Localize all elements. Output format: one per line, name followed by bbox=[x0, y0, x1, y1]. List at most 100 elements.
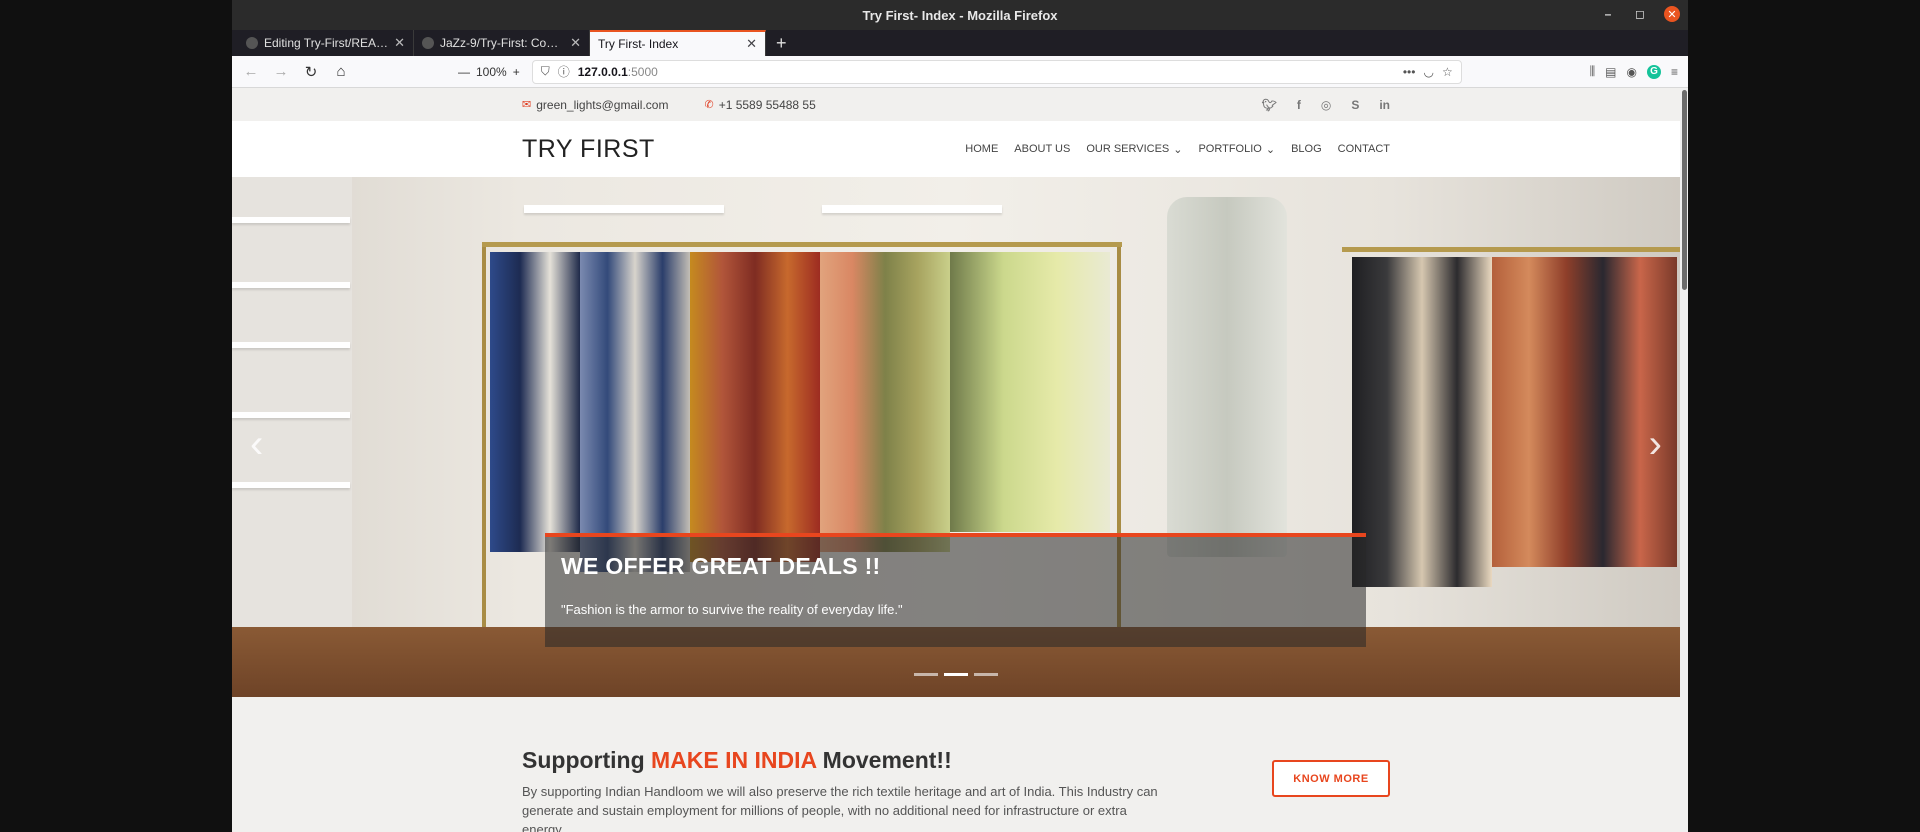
close-tab-icon[interactable]: ✕ bbox=[394, 35, 405, 51]
hero-carousel: ‹ › WE OFFER GREAT DEALS !! "Fashion is … bbox=[232, 177, 1680, 697]
skype-icon[interactable]: S bbox=[1351, 98, 1359, 112]
new-tab-button[interactable]: + bbox=[766, 30, 797, 56]
home-icon[interactable]: ⌂ bbox=[328, 59, 354, 85]
page-scrollbar[interactable] bbox=[1680, 88, 1688, 832]
zoom-out-button[interactable]: — bbox=[458, 65, 470, 79]
close-window-button[interactable]: ✕ bbox=[1664, 6, 1680, 22]
phone-icon: ✆ bbox=[704, 99, 714, 111]
phone-contact: ✆ +1 5589 55488 55 bbox=[704, 98, 815, 112]
account-icon[interactable]: ◉ bbox=[1627, 65, 1637, 79]
garments-red bbox=[690, 252, 820, 562]
carousel-dot[interactable] bbox=[914, 673, 938, 676]
know-more-button[interactable]: KNOW MORE bbox=[1272, 760, 1390, 797]
minimize-button[interactable]: – bbox=[1600, 6, 1616, 22]
email-text: green_lights@gmail.com bbox=[536, 97, 669, 112]
chevron-down-icon: ⌄ bbox=[1265, 143, 1276, 156]
library-icon[interactable]: ⫼ bbox=[1590, 64, 1596, 79]
forward-icon[interactable]: → bbox=[268, 59, 294, 85]
garments-rust bbox=[1492, 257, 1677, 567]
clothing-rack bbox=[482, 242, 1122, 247]
tab-label: Try First- Index bbox=[598, 37, 679, 51]
garments-dark bbox=[1352, 257, 1492, 587]
close-tab-icon[interactable]: ✕ bbox=[570, 35, 581, 51]
github-icon bbox=[246, 37, 258, 49]
url-port: :5000 bbox=[627, 64, 658, 79]
tab-repo[interactable]: JaZz-9/Try-First: Codes a ✕ bbox=[414, 30, 590, 56]
hero-shelf bbox=[232, 217, 350, 223]
carousel-prev-icon[interactable]: ‹ bbox=[250, 422, 263, 467]
tab-label: JaZz-9/Try-First: Codes a bbox=[440, 36, 565, 50]
close-tab-icon[interactable]: ✕ bbox=[746, 36, 757, 52]
carousel-indicators bbox=[914, 673, 998, 676]
url-host: 127.0.0.1 bbox=[577, 64, 628, 79]
email-contact[interactable]: ✉ green_lights@gmail.com bbox=[522, 98, 668, 112]
garments-mixed bbox=[580, 252, 690, 572]
promo-title: Supporting MAKE IN INDIA Movement!! bbox=[522, 747, 952, 773]
contact-bar: ✉ green_lights@gmail.com ✆ +1 5589 55488… bbox=[232, 88, 1680, 121]
menu-services[interactable]: OUR SERVICES ⌄ bbox=[1086, 143, 1182, 156]
web-page: ✉ green_lights@gmail.com ✆ +1 5589 55488… bbox=[232, 88, 1680, 832]
tab-readme[interactable]: Editing Try-First/README ✕ bbox=[238, 30, 414, 56]
zoom-in-button[interactable]: + bbox=[513, 65, 520, 79]
back-icon[interactable]: ← bbox=[238, 59, 264, 85]
garment-dress bbox=[1167, 197, 1287, 557]
sidebar-icon[interactable]: ▤ bbox=[1605, 65, 1616, 79]
hero-quote: "Fashion is the armor to survive the rea… bbox=[561, 602, 903, 617]
navigation-toolbar: ← → ↻ ⌂ — 100% + ⛉ ⓘ 127.0.0.1:5000 ••• … bbox=[232, 56, 1688, 88]
carousel-dot-active[interactable] bbox=[944, 673, 968, 676]
tab-strip: Editing Try-First/README ✕ JaZz-9/Try-Fi… bbox=[232, 30, 1688, 56]
reload-icon[interactable]: ↻ bbox=[298, 59, 324, 85]
zoom-controls: — 100% + bbox=[458, 65, 520, 79]
promo-section: Supporting MAKE IN INDIA Movement!! By s… bbox=[232, 697, 1680, 832]
social-links: 🐦︎ f ◎ S in bbox=[1262, 98, 1390, 112]
clothing-rack bbox=[1342, 247, 1680, 252]
carousel-dot[interactable] bbox=[974, 673, 998, 676]
main-menu: HOME ABOUT US OUR SERVICES ⌄ PORTFOLIO ⌄ B… bbox=[965, 143, 1390, 156]
hero-shelf bbox=[524, 205, 724, 213]
menu-contact[interactable]: CONTACT bbox=[1338, 143, 1390, 156]
tab-label: Editing Try-First/README bbox=[264, 36, 388, 50]
hero-shelf bbox=[232, 282, 350, 288]
bookmark-star-icon[interactable]: ☆ bbox=[1442, 65, 1453, 79]
menu-portfolio[interactable]: PORTFOLIO ⌄ bbox=[1198, 143, 1275, 156]
info-icon[interactable]: ⓘ bbox=[558, 63, 570, 80]
site-logo[interactable]: TRY FIRST bbox=[522, 135, 655, 164]
hero-shelf bbox=[232, 412, 350, 418]
more-actions-icon[interactable]: ••• bbox=[1403, 65, 1416, 79]
hero-shelf bbox=[232, 342, 350, 348]
grammarly-icon[interactable]: G bbox=[1646, 64, 1661, 79]
site-header: TRY FIRST HOME ABOUT US OUR SERVICES ⌄ PO… bbox=[232, 121, 1680, 177]
phone-text: +1 5589 55488 55 bbox=[718, 97, 816, 112]
facebook-icon[interactable]: f bbox=[1297, 98, 1301, 112]
rack-pole bbox=[482, 242, 486, 632]
shield-icon[interactable]: ⛉ bbox=[541, 64, 550, 79]
window-title: Try First- Index - Mozilla Firefox bbox=[862, 7, 1058, 23]
menu-blog[interactable]: BLOG bbox=[1291, 143, 1322, 156]
firefox-window: Try First- Index - Mozilla Firefox – ◻ ✕… bbox=[232, 0, 1688, 832]
twitter-icon[interactable]: 🐦︎ bbox=[1262, 98, 1277, 112]
tab-index[interactable]: Try First- Index ✕ bbox=[590, 30, 766, 56]
carousel-next-icon[interactable]: › bbox=[1649, 422, 1662, 467]
garments-blue bbox=[490, 252, 580, 552]
menu-icon[interactable]: ≡ bbox=[1671, 65, 1678, 79]
hero-heading: WE OFFER GREAT DEALS !! bbox=[561, 553, 881, 579]
zoom-level[interactable]: 100% bbox=[476, 65, 507, 79]
title-bar: Try First- Index - Mozilla Firefox – ◻ ✕ bbox=[232, 0, 1688, 30]
hero-shelf bbox=[822, 205, 1002, 213]
garments-green bbox=[950, 252, 1110, 532]
github-icon bbox=[422, 37, 434, 49]
garments-warm bbox=[820, 252, 950, 552]
envelope-icon: ✉ bbox=[522, 99, 532, 111]
maximize-button[interactable]: ◻ bbox=[1632, 6, 1648, 22]
url-bar[interactable]: ⛉ ⓘ 127.0.0.1:5000 ••• ◡ ☆ bbox=[531, 59, 1462, 84]
menu-home[interactable]: HOME bbox=[965, 143, 998, 156]
promo-text: By supporting Indian Handloom we will al… bbox=[522, 784, 1158, 832]
chevron-down-icon: ⌄ bbox=[1173, 143, 1183, 156]
hero-caption: WE OFFER GREAT DEALS !! "Fashion is the … bbox=[545, 533, 1366, 647]
promo-title-accent: MAKE IN INDIA bbox=[651, 747, 817, 773]
scrollbar-thumb[interactable] bbox=[1682, 90, 1687, 290]
menu-about[interactable]: ABOUT US bbox=[1014, 143, 1070, 156]
pocket-icon[interactable]: ◡ bbox=[1423, 65, 1433, 79]
instagram-icon[interactable]: ◎ bbox=[1321, 98, 1331, 112]
linkedin-icon[interactable]: in bbox=[1379, 98, 1390, 112]
